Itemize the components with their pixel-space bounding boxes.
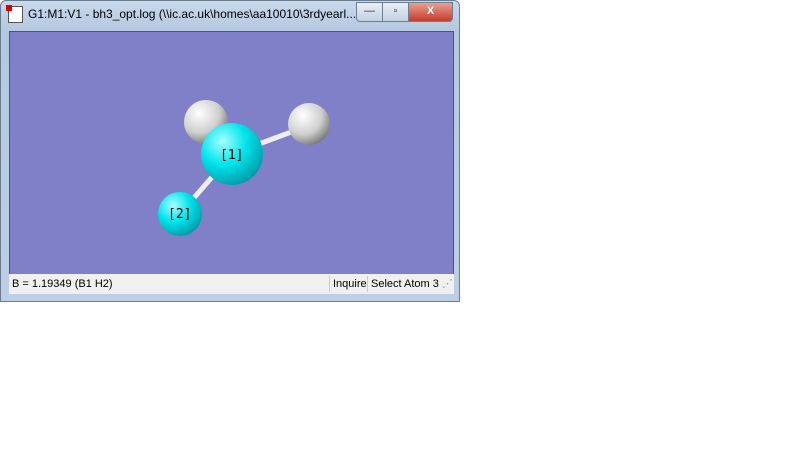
document-icon (6, 5, 23, 23)
molecule-drawing: [1] [2] (158, 100, 330, 236)
atom-label-2: [2] (168, 207, 191, 222)
hydrogen-atom[interactable] (288, 103, 330, 145)
close-button[interactable]: X (408, 2, 453, 22)
application-window: G1:M1:V1 - bh3_opt.log (\\ic.ac.uk\homes… (0, 0, 460, 302)
status-prompt: Select Atom 3 (367, 276, 442, 292)
status-mode: Inquire (329, 276, 370, 292)
molecule-viewer[interactable]: [1] [2] (9, 31, 454, 275)
resize-grip-icon[interactable]: ⋰ (439, 276, 456, 292)
title-bar[interactable]: G1:M1:V1 - bh3_opt.log (\\ic.ac.uk\homes… (1, 1, 459, 27)
status-message: B = 1.19349 (B1 H2) (12, 278, 113, 290)
minimize-button[interactable]: — (356, 2, 383, 22)
atom-label-1: [1] (220, 148, 243, 163)
status-bar: B = 1.19349 (B1 H2) Inquire Select Atom … (9, 274, 454, 294)
maximize-button[interactable]: ▫ (382, 2, 409, 22)
window-title: G1:M1:V1 - bh3_opt.log (\\ic.ac.uk\homes… (28, 7, 357, 21)
